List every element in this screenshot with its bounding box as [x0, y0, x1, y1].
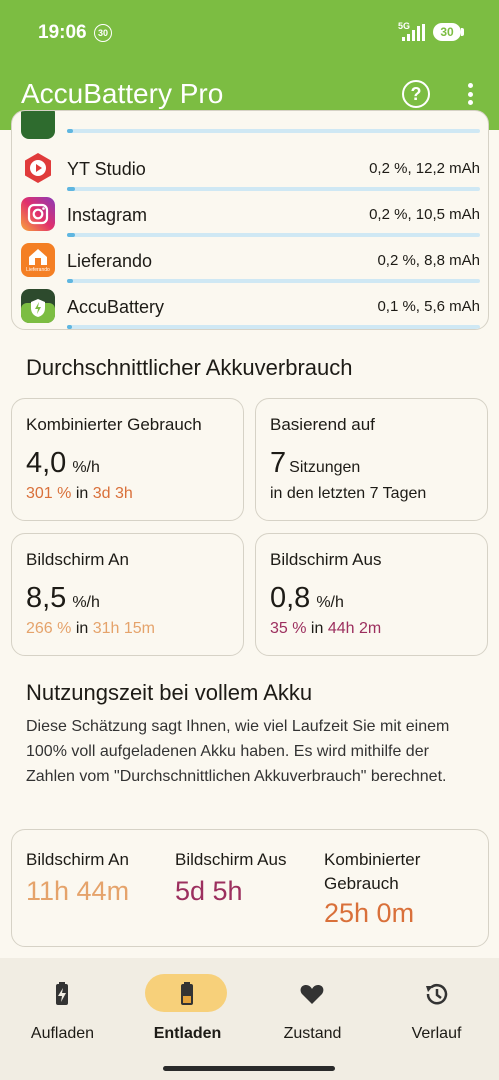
stat-value: 7 Sitzungen [270, 447, 361, 479]
history-icon [426, 983, 448, 1005]
stat-value: 0,8 %/h [270, 582, 344, 614]
more-vert-icon[interactable] [462, 80, 478, 108]
nav-label: Verlauf [411, 1025, 462, 1042]
usage-bar [67, 187, 480, 191]
nav-zustand[interactable]: Zustand [250, 958, 375, 1058]
battery-tip [461, 28, 464, 36]
app-name: YT Studio [67, 159, 146, 179]
stat-detail: 266 % in 31h 15m [26, 620, 155, 637]
yt-studio-icon [25, 153, 51, 183]
stat-detail: in den letzten 7 Tagen [270, 485, 427, 502]
usage-bar [67, 279, 480, 283]
screen-on-card[interactable]: Bildschirm An 8,5 %/h 266 % in 31h 15m [11, 533, 244, 656]
app-name: AccuBattery [67, 297, 165, 317]
stat-detail: 35 % in 44h 2m [270, 620, 382, 637]
list-item[interactable]: AccuBattery 0,1 %, 5,6 mAh [12, 289, 488, 329]
accubattery-icon [21, 289, 55, 323]
help-circle-icon[interactable]: ? [402, 80, 430, 108]
app-usage-value: 0,2 %, 8,8 mAh [377, 252, 480, 269]
nav-entladen[interactable]: Entladen [125, 958, 250, 1058]
status-time: 19:06 [38, 22, 87, 43]
stat-label: Basierend auf [270, 415, 375, 434]
avg-usage-title: Durchschnittlicher Akkuverbrauch [26, 355, 353, 380]
battery-status-icon: 30 [433, 23, 461, 41]
heart-icon [300, 985, 324, 1004]
based-on-card[interactable]: Basierend auf 7 Sitzungen in den letzten … [255, 398, 488, 521]
status-bar: 19:06 30 5G 30 [0, 0, 499, 66]
instagram-icon [21, 197, 55, 231]
full-screen-off: Bildschirm Aus 5d 5h [175, 850, 287, 906]
app-name: Instagram [67, 205, 148, 225]
lieferando-icon-text: Lieferando [26, 267, 50, 273]
list-item-partial [12, 111, 488, 145]
nav-aufladen[interactable]: Aufladen [0, 958, 125, 1058]
app-title: AccuBattery Pro [21, 78, 224, 109]
usage-bar [67, 325, 480, 329]
battery-discharging-icon [181, 982, 193, 1005]
partial-app-icon [21, 111, 55, 139]
full-screen-on: Bildschirm An 11h 44m [26, 850, 130, 906]
list-item[interactable]: Instagram 0,2 %, 10,5 mAh [12, 197, 488, 243]
stat-detail: 301 % in 3d 3h [26, 485, 133, 502]
usage-bar [67, 233, 480, 237]
list-item[interactable]: Lieferando Lieferando 0,2 %, 8,8 mAh [12, 243, 488, 289]
full-combined: Kombinierter Gebrauch 25h 0m [324, 850, 421, 928]
battery-charging-icon [56, 982, 68, 1005]
app-name: Lieferando [67, 251, 153, 271]
stat-value: 8,5 %/h [26, 582, 100, 614]
nav-verlauf[interactable]: Verlauf [374, 958, 499, 1058]
combined-usage-card[interactable]: Kombinierter Gebrauch 4,0 %/h 301 % in 3d… [11, 398, 244, 521]
stat-label: Bildschirm An [26, 550, 129, 569]
screen-off-card[interactable]: Bildschirm Aus 0,8 %/h 35 % in 44h 2m [255, 533, 488, 656]
bottom-navigation: Aufladen Entladen Zustand Verlauf [0, 958, 499, 1080]
full-battery-card[interactable]: Bildschirm An 11h 44m Bildschirm Aus 5d … [11, 829, 489, 947]
notification-badge: 30 [94, 24, 112, 42]
stat-label: Kombinierter Gebrauch [26, 415, 202, 434]
app-usage-value: 0,2 %, 12,2 mAh [369, 160, 480, 177]
nav-label: Aufladen [30, 1025, 95, 1042]
app-usage-value: 0,1 %, 5,6 mAh [377, 298, 480, 315]
app-usage-list: YT Studio 0,2 %, 12,2 mAh Instagram 0,2 … [11, 110, 489, 330]
lieferando-icon: Lieferando [21, 243, 55, 277]
nav-label: Zustand [283, 1025, 342, 1042]
app-usage-value: 0,2 %, 10,5 mAh [369, 206, 480, 223]
nav-label: Entladen [153, 1025, 222, 1042]
stat-label: Bildschirm Aus [270, 550, 382, 569]
list-item[interactable]: YT Studio 0,2 %, 12,2 mAh [12, 151, 488, 197]
stat-value: 4,0 %/h [26, 447, 100, 479]
signal-icon [402, 24, 425, 41]
home-indicator[interactable] [163, 1066, 335, 1071]
full-battery-title: Nutzungszeit bei vollem Akku [26, 680, 313, 705]
estimate-description: Diese Schätzung sagt Ihnen, wie viel Lau… [26, 718, 450, 785]
usage-bar [67, 129, 480, 133]
